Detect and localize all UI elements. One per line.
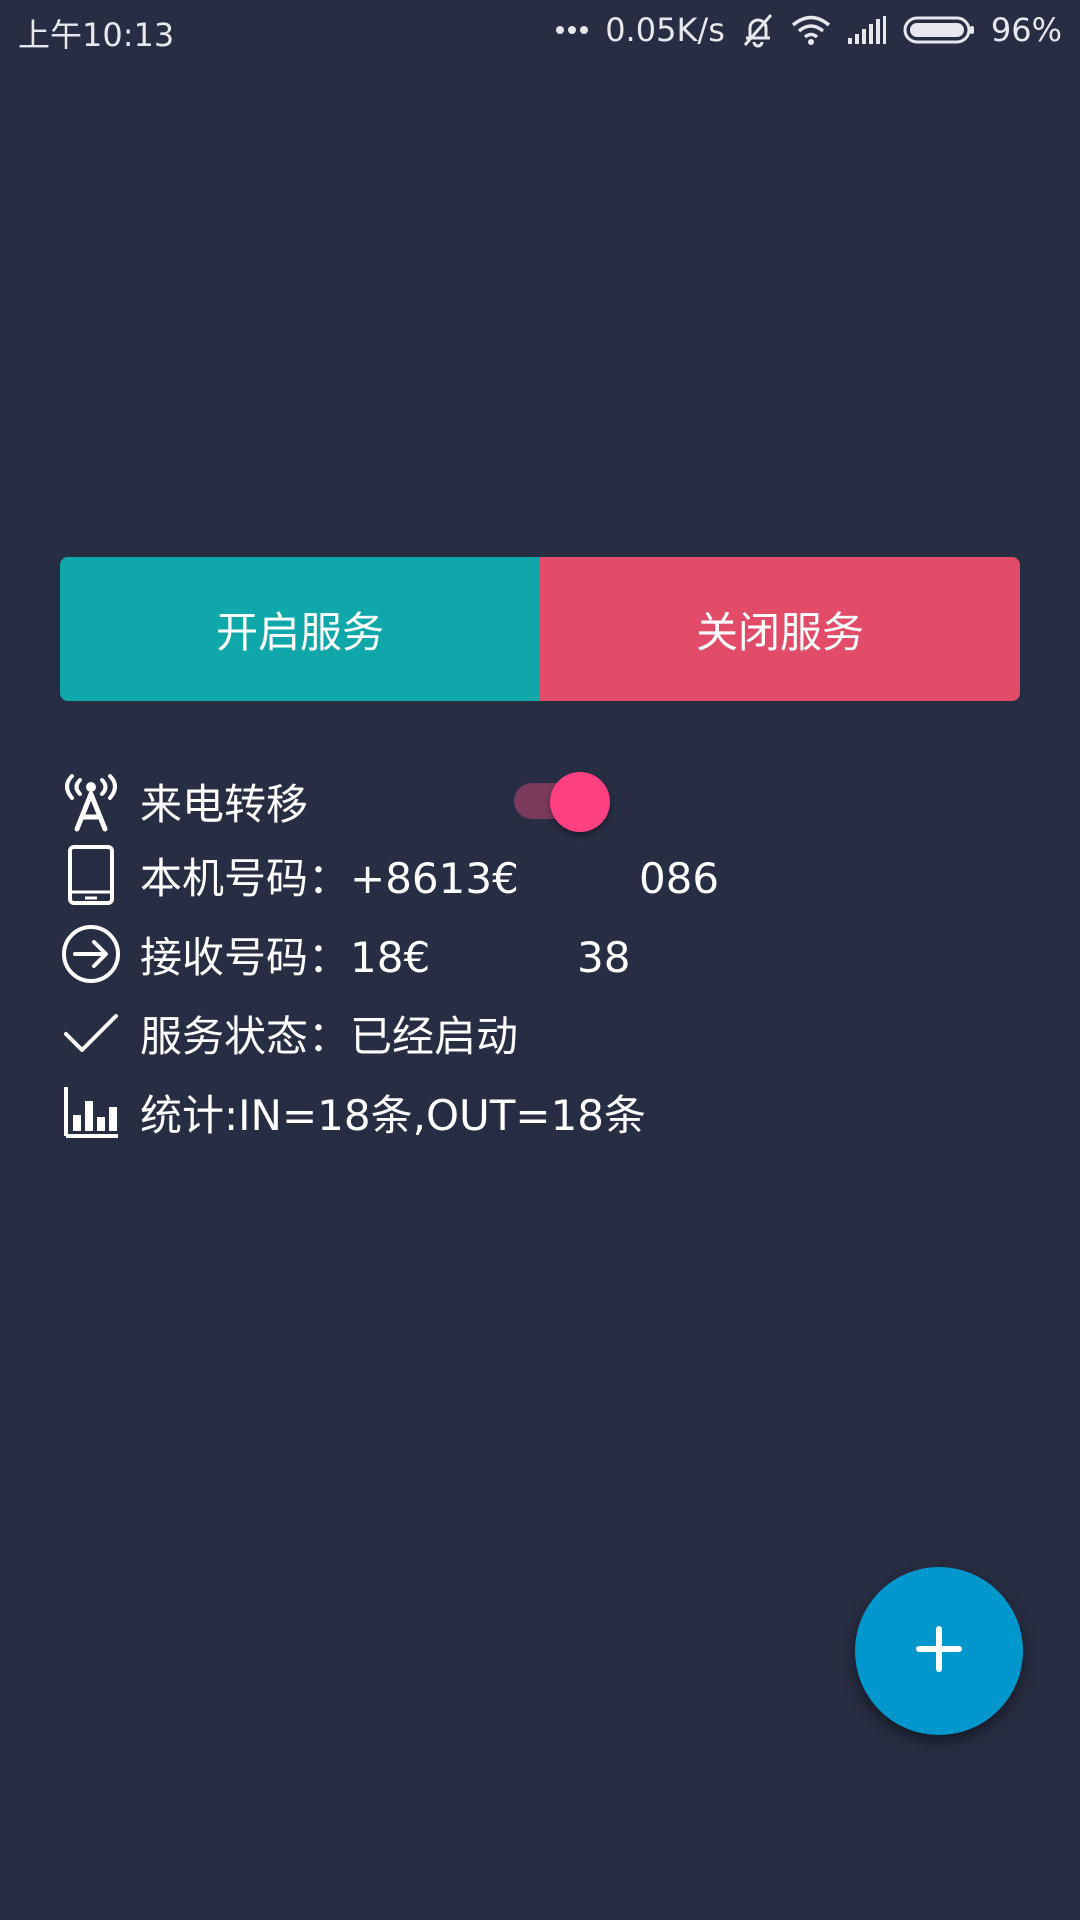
mute-bell-icon — [741, 12, 775, 48]
service-status-row: 服务状态：已经启动 — [60, 998, 518, 1068]
status-bar: 上午10:13 0.05K/s 96% — [0, 0, 1080, 62]
more-dots-icon — [555, 24, 589, 36]
service-status-text: 服务状态：已经启动 — [140, 1011, 519, 1061]
service-button-row: 开启服务 关闭服务 — [60, 557, 1020, 701]
call-forward-row: 来电转移 — [60, 766, 308, 836]
check-icon — [60, 1002, 122, 1064]
start-service-button[interactable]: 开启服务 — [60, 557, 540, 701]
arrow-circle-icon — [60, 923, 122, 985]
tablet-icon — [60, 844, 122, 906]
local-number-text: 本机号码：+8613€ 086 — [140, 853, 720, 903]
antenna-icon — [60, 770, 122, 832]
wifi-icon — [791, 14, 831, 46]
battery-percent: 96% — [990, 11, 1062, 49]
status-icons: 0.05K/s 96% — [555, 8, 1062, 52]
add-fab-button[interactable] — [855, 1567, 1023, 1735]
plus-icon — [915, 1625, 963, 1677]
local-number-row: 本机号码：+8613€ 086 — [60, 840, 719, 910]
battery-icon — [903, 16, 975, 44]
bar-chart-icon — [60, 1081, 122, 1143]
receive-number-text: 接收号码：18€ 38 — [140, 932, 631, 982]
call-forward-toggle[interactable] — [514, 772, 610, 832]
network-speed: 0.05K/s — [605, 11, 725, 49]
stats-row: 统计:IN=18条,OUT=18条 — [60, 1077, 646, 1147]
toggle-thumb — [550, 772, 610, 832]
receive-number-row: 接收号码：18€ 38 — [60, 919, 630, 989]
status-time: 上午10:13 — [18, 16, 175, 54]
call-forward-label: 来电转移 — [140, 779, 309, 829]
stop-service-button[interactable]: 关闭服务 — [540, 557, 1020, 701]
stats-text: 统计:IN=18条,OUT=18条 — [140, 1090, 647, 1140]
signal-icon — [847, 16, 887, 44]
